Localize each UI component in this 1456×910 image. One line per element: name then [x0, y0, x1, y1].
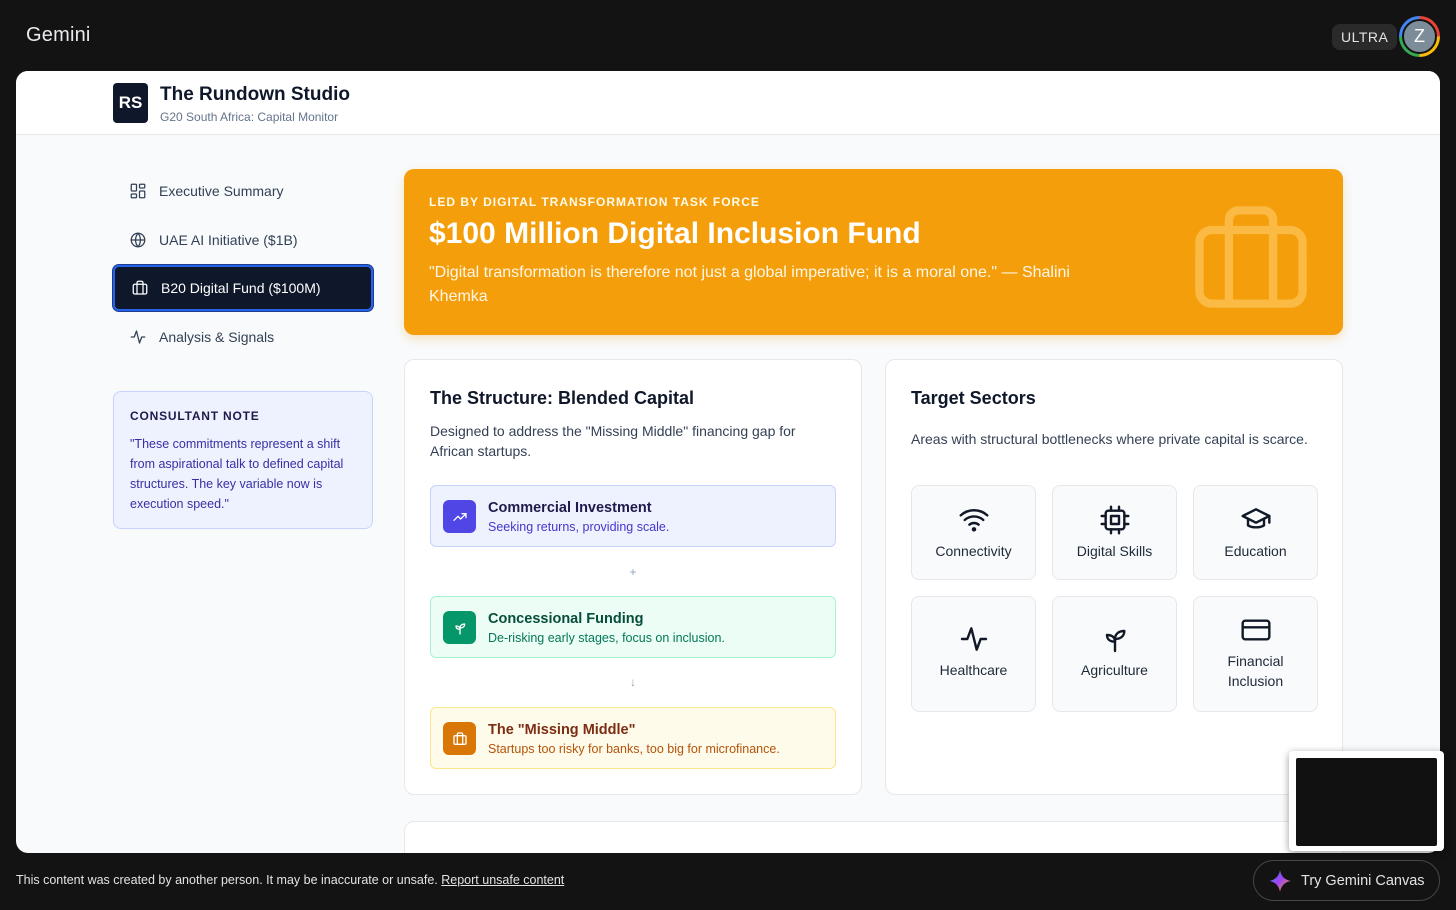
- step-description: De-risking early stages, focus on inclus…: [488, 631, 725, 645]
- sectors-title: Target Sectors: [911, 388, 1036, 408]
- sector-label: Connectivity: [935, 543, 1012, 559]
- sidebar-item-label: UAE AI Initiative ($1B): [159, 232, 298, 248]
- structure-card: The Structure: Blended Capital Designed …: [404, 359, 862, 795]
- step-title: Commercial Investment: [488, 500, 652, 516]
- app-title: The Rundown Studio: [160, 84, 350, 105]
- grid-icon: [130, 183, 146, 199]
- sector-education: Education: [1193, 485, 1318, 580]
- activity-icon: [130, 330, 146, 344]
- step-description: Seeking returns, providing scale.: [488, 520, 670, 534]
- hero-title: $100 Million Digital Inclusion Fund: [429, 217, 921, 250]
- consultant-note-title: CONSULTANT NOTE: [130, 409, 260, 423]
- consultant-note-body: "These commitments represent a shift fro…: [130, 437, 344, 511]
- hero-quote: "Digital transformation is therefore not…: [429, 264, 1070, 305]
- try-gemini-canvas-button[interactable]: Try Gemini Canvas: [1253, 860, 1440, 901]
- step-title: Concessional Funding: [488, 611, 644, 627]
- structure-title: The Structure: Blended Capital: [430, 388, 695, 408]
- gemini-brand[interactable]: Gemini: [26, 24, 91, 47]
- plus-connector: +: [629, 565, 637, 579]
- sector-label: Healthcare: [939, 662, 1008, 678]
- avatar[interactable]: Z: [1402, 19, 1437, 54]
- report-unsafe-link[interactable]: Report unsafe content: [441, 873, 564, 887]
- sidebar-item-label: Executive Summary: [159, 183, 284, 199]
- app-logo: RS: [113, 83, 148, 123]
- consultant-note: CONSULTANT NOTE "These commitments repre…: [113, 391, 373, 529]
- sector-label: Financial Inclusion: [1227, 653, 1284, 689]
- structure-description: Designed to address the "Missing Middle"…: [430, 423, 796, 459]
- step-concessional-funding: Concessional Funding De-risking early st…: [430, 596, 836, 658]
- next-section-card: [404, 821, 1343, 853]
- step-title: The "Missing Middle": [488, 722, 636, 738]
- app-header: RS The Rundown Studio G20 South Africa: …: [16, 71, 1440, 135]
- gemini-topbar: Gemini ULTRA Z: [0, 0, 1456, 72]
- disclaimer-text: This content was created by another pers…: [16, 873, 438, 887]
- arrow-down-icon: ↓: [630, 675, 636, 689]
- sector-label: Agriculture: [1081, 662, 1148, 678]
- sector-healthcare: Healthcare: [911, 596, 1036, 712]
- hero-kicker: LED BY DIGITAL TRANSFORMATION TASK FORCE: [429, 195, 760, 209]
- step-commercial-investment: Commercial Investment Seeking returns, p…: [430, 485, 836, 547]
- sidebar-item-executive-summary[interactable]: Executive Summary: [113, 168, 373, 214]
- step-missing-middle: The "Missing Middle" Startups too risky …: [430, 707, 836, 769]
- sector-agriculture: Agriculture: [1052, 596, 1177, 712]
- trending-up-icon: [443, 500, 476, 533]
- sprout-icon: [443, 611, 476, 644]
- sidebar-item-b20-digital-fund[interactable]: B20 Digital Fund ($100M): [113, 265, 373, 311]
- target-sectors-card: Target Sectors Areas with structural bot…: [885, 359, 1343, 795]
- credit-card-icon: [1240, 619, 1271, 641]
- sector-label: Digital Skills: [1076, 543, 1153, 559]
- gemini-sparkle-icon: [1269, 869, 1291, 892]
- wifi-icon: [958, 509, 989, 532]
- sidebar-item-label: B20 Digital Fund ($100M): [161, 280, 321, 296]
- graduation-cap-icon: [1240, 508, 1271, 529]
- activity-icon: [960, 627, 987, 651]
- app-frame: RS The Rundown Studio G20 South Africa: …: [16, 71, 1440, 853]
- footer-disclaimer: This content was created by another pers…: [16, 873, 564, 887]
- hero-banner: LED BY DIGITAL TRANSFORMATION TASK FORCE…: [404, 169, 1343, 335]
- sector-label: Education: [1224, 543, 1287, 559]
- app-subtitle: G20 South Africa: Capital Monitor: [160, 110, 339, 124]
- canvas-button-label: Try Gemini Canvas: [1301, 872, 1425, 889]
- sidebar-item-uae-ai-initiative[interactable]: UAE AI Initiative ($1B): [113, 217, 373, 263]
- account-avatar-ring[interactable]: Z: [1399, 16, 1440, 57]
- sector-digital-skills: Digital Skills: [1052, 485, 1177, 580]
- thumbnail-image: [1296, 758, 1437, 846]
- plan-badge: ULTRA: [1332, 24, 1398, 50]
- sector-connectivity: Connectivity: [911, 485, 1036, 580]
- step-description: Startups too risky for banks, too big fo…: [488, 742, 780, 756]
- briefcase-icon: [132, 280, 148, 295]
- sector-financial-inclusion: Financial Inclusion: [1193, 596, 1318, 712]
- briefcase-icon: [443, 722, 476, 755]
- sidebar-item-label: Analysis & Signals: [159, 329, 275, 345]
- globe-icon: [130, 232, 146, 248]
- canvas-preview-thumbnail[interactable]: [1289, 751, 1444, 851]
- sidebar-item-analysis-signals[interactable]: Analysis & Signals: [113, 314, 373, 360]
- briefcase-icon: [1192, 203, 1310, 311]
- sectors-description: Areas with structural bottlenecks where …: [911, 431, 1308, 447]
- cpu-icon: [1099, 505, 1130, 535]
- sprout-icon: [1105, 629, 1126, 653]
